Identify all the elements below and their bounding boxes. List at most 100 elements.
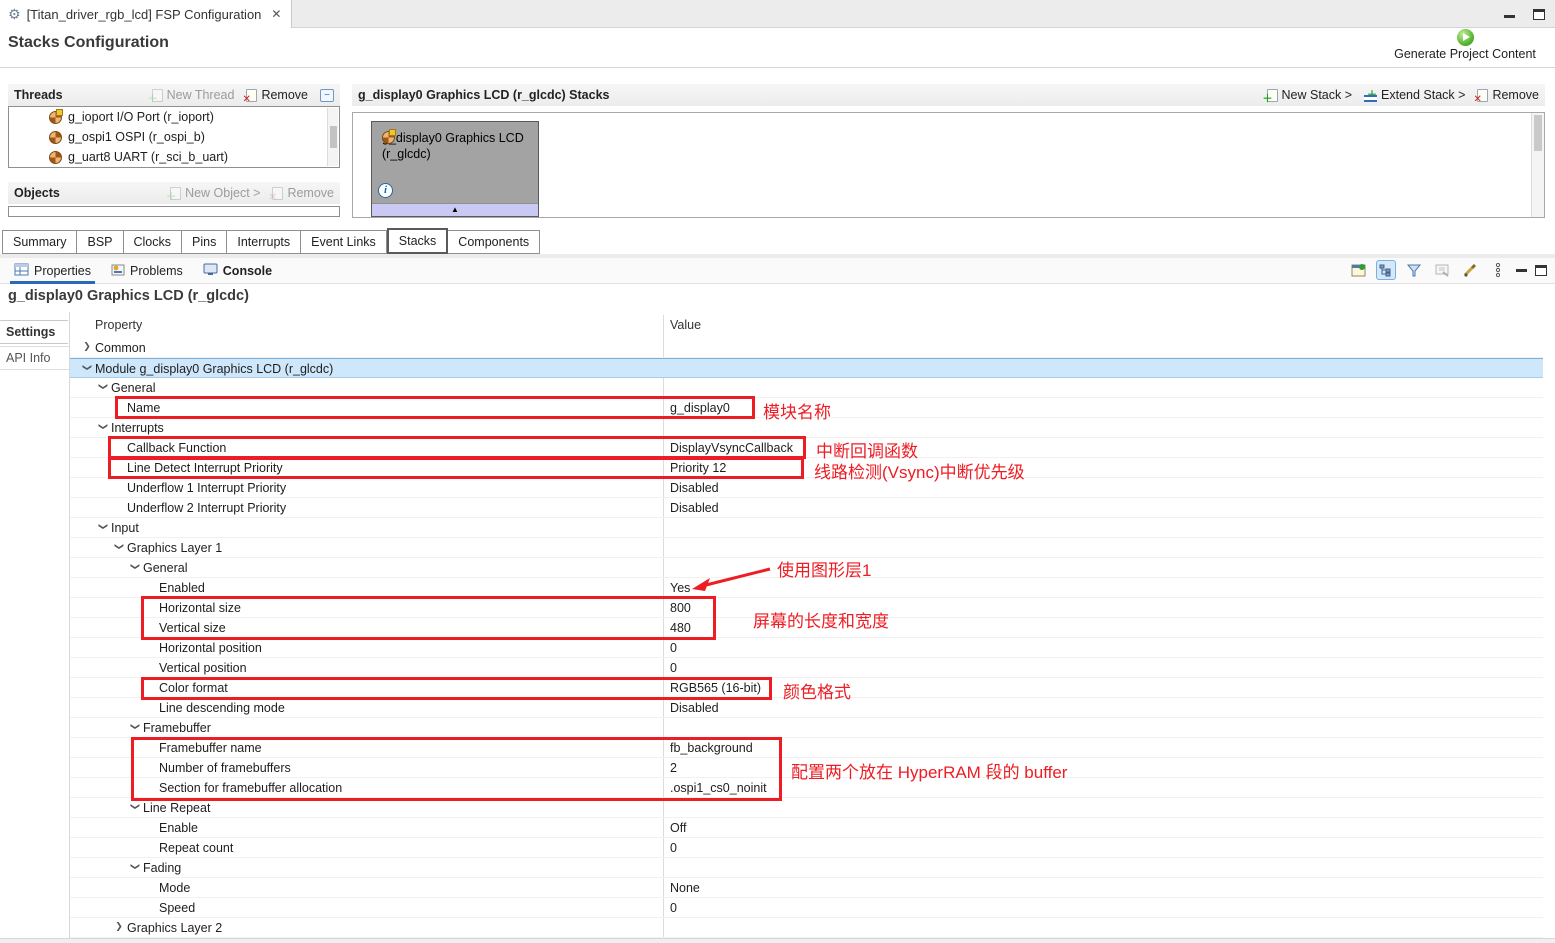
- minimize-view-icon[interactable]: [1516, 269, 1527, 272]
- property-value[interactable]: 480: [670, 621, 691, 635]
- side-tab-settings[interactable]: Settings: [0, 320, 69, 344]
- close-icon[interactable]: ✕: [271, 7, 281, 21]
- thread-list-item[interactable]: g_ioport I/O Port (r_ioport): [9, 107, 339, 127]
- property-row-line-detect-interrupt-priority[interactable]: Line Detect Interrupt PriorityPriority 1…: [70, 458, 1543, 478]
- new-thread-button[interactable]: ＋ New Thread: [152, 88, 235, 102]
- info-icon[interactable]: i: [378, 183, 393, 198]
- pin-view-icon[interactable]: [1348, 260, 1368, 280]
- side-tab-api-info[interactable]: API Info: [0, 346, 69, 370]
- property-row-common[interactable]: ❯Common: [70, 338, 1543, 358]
- chevron-down-icon[interactable]: ❯: [98, 381, 109, 393]
- chevron-down-icon[interactable]: ❯: [114, 541, 125, 553]
- property-value[interactable]: Off: [670, 821, 686, 835]
- property-row-general[interactable]: ❯General: [70, 558, 1543, 578]
- editor-tab-fsp-configuration[interactable]: ⚙ [Titan_driver_rgb_lcd] FSP Configurati…: [0, 0, 292, 28]
- config-tab-bsp[interactable]: BSP: [77, 230, 123, 254]
- thread-list-item[interactable]: g_uart8 UART (r_sci_b_uart): [9, 147, 339, 167]
- property-row-speed[interactable]: Speed0: [70, 898, 1543, 918]
- stacks-canvas[interactable]: g_display0 Graphics LCD (r_glcdc) i ▲: [352, 112, 1545, 218]
- maximize-icon[interactable]: [1533, 9, 1545, 20]
- generate-project-content-button[interactable]: Generate Project Content: [1385, 29, 1545, 61]
- property-value[interactable]: 0: [670, 841, 677, 855]
- view-tab-properties[interactable]: Properties: [6, 258, 99, 284]
- property-row-horizontal-size[interactable]: Horizontal size800: [70, 598, 1543, 618]
- property-row-vertical-size[interactable]: Vertical size480: [70, 618, 1543, 638]
- property-value[interactable]: RGB565 (16-bit): [670, 681, 761, 695]
- property-value[interactable]: 0: [670, 641, 677, 655]
- chevron-right-icon[interactable]: ❯: [113, 921, 125, 932]
- property-row-graphics-layer-2[interactable]: ❯Graphics Layer 2: [70, 918, 1543, 938]
- property-row-enabled[interactable]: EnabledYes: [70, 578, 1543, 598]
- chevron-down-icon[interactable]: ❯: [130, 801, 141, 813]
- property-value[interactable]: Priority 12: [670, 461, 726, 475]
- view-menu-icon[interactable]: [1488, 260, 1508, 280]
- property-value[interactable]: DisplayVsyncCallback: [670, 441, 793, 455]
- chevron-down-icon[interactable]: ❯: [98, 421, 109, 433]
- property-value[interactable]: 0: [670, 661, 677, 675]
- collapse-panel-icon[interactable]: −: [320, 89, 334, 102]
- restore-defaults-icon[interactable]: [1432, 260, 1452, 280]
- config-tab-interrupts[interactable]: Interrupts: [227, 230, 301, 254]
- property-row-framebuffer-name[interactable]: Framebuffer namefb_background: [70, 738, 1543, 758]
- config-tab-stacks[interactable]: Stacks: [387, 228, 449, 254]
- config-tab-pins[interactable]: Pins: [182, 230, 227, 254]
- property-value[interactable]: 2: [670, 761, 677, 775]
- property-value[interactable]: fb_background: [670, 741, 753, 755]
- property-row-number-of-framebuffers[interactable]: Number of framebuffers2: [70, 758, 1543, 778]
- property-row-callback-function[interactable]: Callback FunctionDisplayVsyncCallback: [70, 438, 1543, 458]
- remove-object-button[interactable]: ✕ Remove: [272, 186, 334, 200]
- property-row-interrupts[interactable]: ❯Interrupts: [70, 418, 1543, 438]
- property-row-name[interactable]: Nameg_display0: [70, 398, 1543, 418]
- chevron-down-icon[interactable]: ❯: [82, 362, 93, 374]
- property-row-mode[interactable]: ModeNone: [70, 878, 1543, 898]
- chevron-down-icon[interactable]: ❯: [130, 721, 141, 733]
- property-value[interactable]: Disabled: [670, 501, 719, 515]
- remove-thread-button[interactable]: ✕ Remove: [246, 88, 308, 102]
- canvas-scrollbar[interactable]: [1531, 113, 1544, 217]
- maximize-view-icon[interactable]: [1535, 265, 1547, 276]
- property-row-graphics-layer-1[interactable]: ❯Graphics Layer 1: [70, 538, 1543, 558]
- property-value[interactable]: None: [670, 881, 700, 895]
- property-row-enable[interactable]: EnableOff: [70, 818, 1543, 838]
- config-tab-clocks[interactable]: Clocks: [124, 230, 183, 254]
- chevron-down-icon[interactable]: ❯: [130, 561, 141, 573]
- new-object-button[interactable]: ＋ New Object >: [170, 186, 260, 200]
- property-row-fading[interactable]: ❯Fading: [70, 858, 1543, 878]
- property-row-input[interactable]: ❯Input: [70, 518, 1543, 538]
- property-row-underflow-1-interrupt-priority[interactable]: Underflow 1 Interrupt PriorityDisabled: [70, 478, 1543, 498]
- config-tab-summary[interactable]: Summary: [2, 230, 77, 254]
- property-value[interactable]: g_display0: [670, 401, 730, 415]
- property-value[interactable]: Yes: [670, 581, 690, 595]
- threads-scrollbar[interactable]: [327, 108, 338, 166]
- export-icon[interactable]: [1460, 260, 1480, 280]
- property-value[interactable]: Disabled: [670, 701, 719, 715]
- property-row-underflow-2-interrupt-priority[interactable]: Underflow 2 Interrupt PriorityDisabled: [70, 498, 1543, 518]
- extend-stack-button[interactable]: ＋ Extend Stack >: [1364, 88, 1465, 102]
- chevron-right-icon[interactable]: ❯: [81, 341, 93, 352]
- property-value[interactable]: 800: [670, 601, 691, 615]
- view-tab-problems[interactable]: Problems: [103, 258, 191, 284]
- thread-list-item[interactable]: g_ospi1 OSPI (r_ospi_b): [9, 127, 339, 147]
- property-row-section-for-framebuffer-allocation[interactable]: Section for framebuffer allocation.ospi1…: [70, 778, 1543, 798]
- property-row-color-format[interactable]: Color formatRGB565 (16-bit): [70, 678, 1543, 698]
- stack-card-expander[interactable]: ▲: [372, 203, 538, 216]
- property-value[interactable]: 0: [670, 901, 677, 915]
- view-tab-console[interactable]: Console: [195, 258, 280, 284]
- stack-card-g-display0[interactable]: g_display0 Graphics LCD (r_glcdc) i ▲: [371, 121, 539, 217]
- link-with-editor-icon[interactable]: [1376, 260, 1396, 280]
- minimize-icon[interactable]: [1504, 15, 1515, 18]
- property-row-line-repeat[interactable]: ❯Line Repeat: [70, 798, 1543, 818]
- property-row-repeat-count[interactable]: Repeat count0: [70, 838, 1543, 858]
- remove-stack-button[interactable]: ✕ Remove: [1477, 88, 1539, 102]
- chevron-down-icon[interactable]: ❯: [130, 861, 141, 873]
- property-row-line-descending-mode[interactable]: Line descending modeDisabled: [70, 698, 1543, 718]
- config-tab-event-links[interactable]: Event Links: [301, 230, 387, 254]
- filter-icon[interactable]: [1404, 260, 1424, 280]
- new-stack-button[interactable]: ＋ New Stack >: [1267, 88, 1353, 102]
- property-value[interactable]: Disabled: [670, 481, 719, 495]
- property-value[interactable]: .ospi1_cs0_noinit: [670, 781, 767, 795]
- property-row-horizontal-position[interactable]: Horizontal position0: [70, 638, 1543, 658]
- property-row-vertical-position[interactable]: Vertical position0: [70, 658, 1543, 678]
- chevron-down-icon[interactable]: ❯: [98, 521, 109, 533]
- property-row-framebuffer[interactable]: ❯Framebuffer: [70, 718, 1543, 738]
